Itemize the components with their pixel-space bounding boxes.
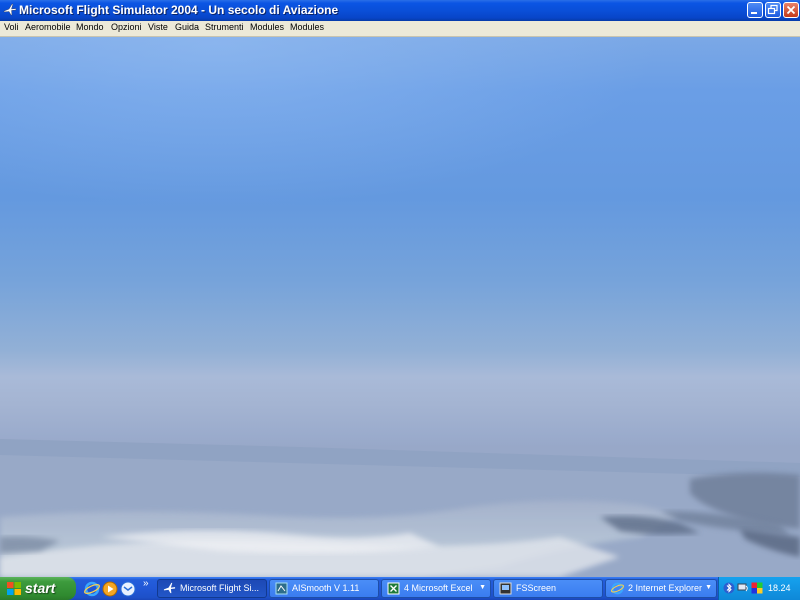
menu-viste[interactable]: Viste [148, 22, 168, 32]
menu-strumenti[interactable]: Strumenti [205, 22, 244, 32]
airplane-icon [163, 582, 176, 594]
task-label: 2 Internet Explorer [628, 583, 703, 593]
task-fsscreen[interactable]: FSScreen [493, 579, 603, 598]
quick-launch-more[interactable]: » [143, 578, 149, 589]
excel-icon [387, 582, 400, 595]
clock[interactable]: 18.24 [768, 583, 791, 593]
terrain-view [0, 37, 800, 577]
chevron-down-icon: ▼ [479, 584, 486, 591]
task-label: FSScreen [516, 583, 557, 593]
restore-button[interactable] [765, 2, 781, 18]
start-label: start [25, 580, 56, 596]
outlook-express-icon[interactable] [120, 581, 136, 597]
close-icon [786, 5, 796, 15]
taskbar: start » Microsoft Flight Si... AISmooth … [0, 577, 800, 600]
close-button[interactable] [783, 2, 799, 18]
menu-modules-2[interactable]: Modules [290, 22, 324, 32]
airplane-icon [3, 3, 17, 16]
bluetooth-icon[interactable] [723, 582, 735, 594]
windows-logo-icon [7, 582, 21, 595]
media-player-icon[interactable] [102, 581, 118, 597]
title-bar[interactable]: Microsoft Flight Simulator 2004 - Un sec… [0, 0, 800, 21]
flight-scene-viewport[interactable] [0, 37, 800, 577]
minimize-icon [751, 12, 757, 14]
menu-bar: Voli Aeromobile Mondo Opzioni Viste Guid… [0, 21, 800, 37]
internet-explorer-icon [611, 582, 624, 595]
task-excel-group[interactable]: 4 Microsoft Excel ▼ [381, 579, 491, 598]
task-label: 4 Microsoft Excel [404, 583, 473, 593]
task-label: AISmooth V 1.11 [292, 583, 360, 593]
minimize-button[interactable] [747, 2, 763, 18]
menu-mondo[interactable]: Mondo [76, 22, 104, 32]
menu-voli[interactable]: Voli [4, 22, 19, 32]
task-ie-group[interactable]: 2 Internet Explorer ▼ [605, 579, 717, 598]
system-tray: 18.24 [718, 577, 800, 600]
app-icon [275, 582, 288, 595]
app-icon [499, 582, 512, 595]
network-icon[interactable] [737, 582, 749, 594]
internet-explorer-icon[interactable] [84, 581, 100, 597]
menu-guida[interactable]: Guida [175, 22, 199, 32]
window-title: Microsoft Flight Simulator 2004 - Un sec… [19, 3, 339, 17]
start-button[interactable]: start [0, 577, 76, 600]
menu-aeromobile[interactable]: Aeromobile [25, 22, 71, 32]
menu-opzioni[interactable]: Opzioni [111, 22, 142, 32]
task-label: Microsoft Flight Si... [180, 583, 260, 593]
task-aismooth[interactable]: AISmooth V 1.11 [269, 579, 379, 598]
task-flight-simulator[interactable]: Microsoft Flight Si... [157, 579, 267, 598]
restore-icon [767, 4, 778, 15]
chevron-down-icon: ▼ [705, 584, 712, 591]
menu-modules-1[interactable]: Modules [250, 22, 284, 32]
security-icon[interactable] [751, 582, 763, 594]
